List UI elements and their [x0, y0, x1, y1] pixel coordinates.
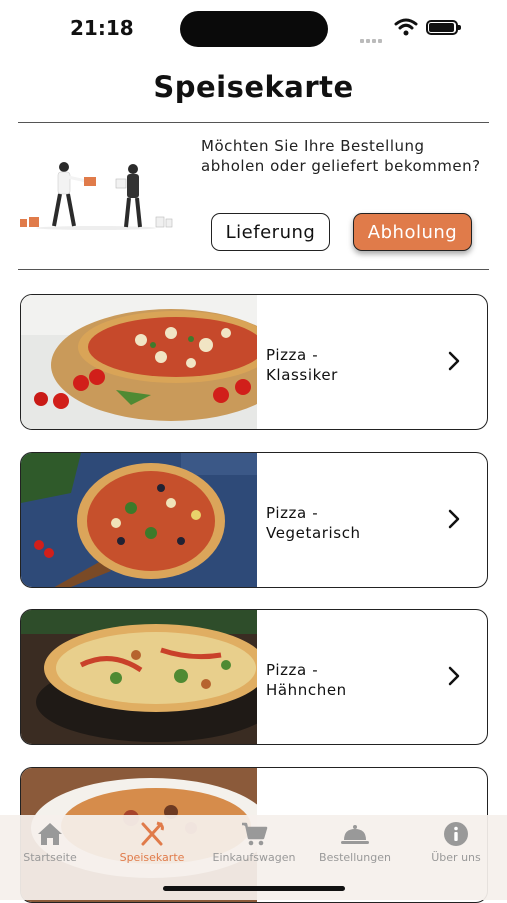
divider-bottom — [18, 269, 489, 270]
divider-top — [18, 122, 489, 123]
tab-label: Speisekarte — [119, 851, 185, 864]
status-bar: 21:18 — [0, 0, 507, 60]
menu-item-title-prefix: Pizza - — [266, 346, 319, 364]
pickup-button[interactable]: Abholung — [353, 213, 472, 251]
menu-item-pizza-klassiker[interactable]: Pizza - Klassiker — [20, 294, 488, 430]
menu-item-title: Hähnchen — [266, 681, 347, 699]
home-icon — [38, 823, 62, 845]
wifi-icon — [394, 18, 418, 36]
menu-item-title-prefix: Pizza - — [266, 504, 319, 522]
page-title: Speisekarte — [153, 70, 354, 104]
dynamic-island — [180, 11, 328, 47]
menu-item-pizza-haehnchen[interactable]: Pizza - Hähnchen — [20, 609, 488, 745]
home-indicator[interactable] — [163, 886, 345, 891]
battery-icon — [426, 20, 461, 35]
delivery-illustration — [20, 162, 173, 230]
delivery-button[interactable]: Lieferung — [211, 213, 330, 251]
cloche-icon — [341, 825, 369, 844]
menu-item-title-prefix: Pizza - — [266, 661, 319, 679]
tab-einkaufswagen[interactable]: Einkaufswagen — [204, 821, 304, 864]
pizza-klassiker-image — [21, 295, 257, 429]
info-icon — [444, 822, 468, 846]
menu-item-title: Vegetarisch — [266, 524, 361, 542]
tab-bestellungen[interactable]: Bestellungen — [305, 821, 405, 864]
cellular-signal-icon — [360, 28, 384, 47]
tab-label: Einkaufswagen — [212, 851, 296, 864]
tab-speisekarte[interactable]: Speisekarte — [102, 821, 202, 864]
delivery-question: Möchten Sie Ihre Bestellung abholen oder… — [201, 137, 481, 175]
fork-knife-icon — [141, 821, 164, 846]
pizza-haehnchen-image — [21, 610, 257, 744]
tab-ueber-uns[interactable]: Über uns — [406, 821, 506, 864]
chevron-right-icon — [448, 351, 460, 371]
menu-item-title: Klassiker — [266, 366, 338, 384]
tab-label: Startseite — [23, 851, 77, 864]
pizza-vegetarisch-image — [21, 453, 257, 587]
chevron-right-icon — [448, 666, 460, 686]
tab-label: Bestellungen — [319, 851, 391, 864]
status-time: 21:18 — [70, 16, 134, 40]
tab-startseite[interactable]: Startseite — [0, 821, 100, 864]
tab-label: Über uns — [431, 851, 481, 864]
chevron-right-icon — [448, 509, 460, 529]
cart-icon — [242, 822, 268, 846]
menu-item-pizza-vegetarisch[interactable]: Pizza - Vegetarisch — [20, 452, 488, 588]
